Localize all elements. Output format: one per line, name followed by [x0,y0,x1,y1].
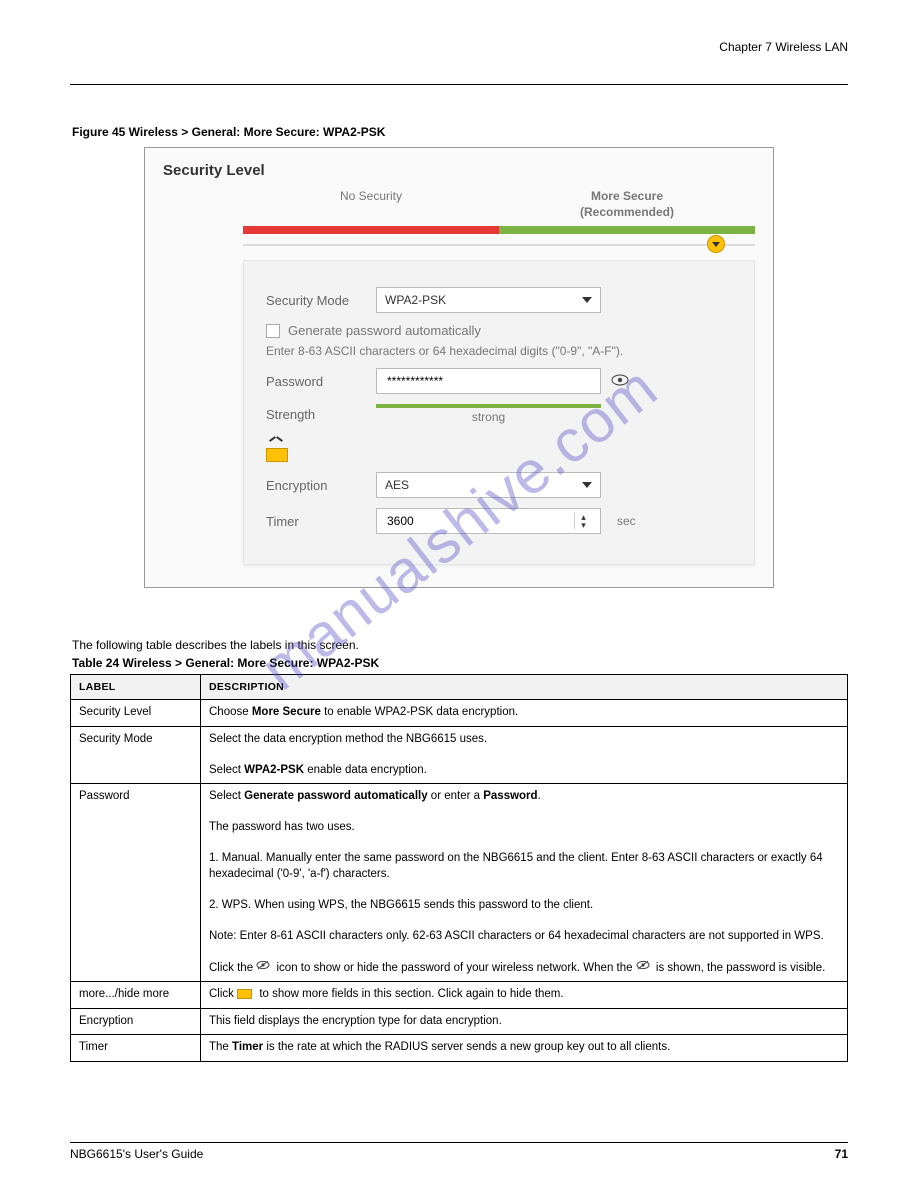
eye-icon[interactable] [611,374,629,389]
folder-icon [266,448,288,462]
table-intro: The following table describes the labels… [72,638,848,652]
security-mode-label: Security Mode [266,293,376,308]
strength-bar [376,404,601,408]
timer-input[interactable]: ▴▾ [376,508,601,534]
security-level-bar [243,226,755,234]
eye-slash-icon [636,960,650,976]
more-secure-label: More Secure (Recommended) [499,189,755,220]
footer-left: NBG6615's User's Guide [70,1147,203,1161]
eye-slash-icon [256,960,270,976]
table-row: Security Mode Select the data encryption… [71,726,848,784]
table-row: Encryption This field displays the encry… [71,1008,848,1035]
timer-unit: sec [617,514,636,528]
password-label: Password [266,374,376,389]
security-level-slider[interactable] [243,244,755,246]
password-hint: Enter 8-63 ASCII characters or 64 hexade… [266,344,732,358]
table-row: Timer The Timer is the rate at which the… [71,1035,848,1062]
timer-label: Timer [266,514,376,529]
page-number: 71 [835,1147,848,1161]
strength-value: strong [376,410,601,424]
strength-label: Strength [266,407,376,422]
generate-password-checkbox[interactable] [266,324,280,338]
top-rule [70,84,848,85]
chevron-up-icon [269,434,283,442]
no-security-label: No Security [243,189,499,220]
table-row: more.../hide more Click to show more fie… [71,982,848,1009]
table-row: Security Level Choose More Secure to ena… [71,700,848,727]
th-desc: DESCRIPTION [201,675,848,700]
security-mode-select[interactable]: WPA2-PSK [376,287,601,313]
figure-caption: Figure 45 Wireless > General: More Secur… [72,125,848,139]
slider-thumb[interactable] [707,235,725,253]
description-table: LABEL DESCRIPTION Security Level Choose … [70,674,848,1062]
generate-password-label: Generate password automatically [288,323,481,338]
security-panel: Security Level No Security More Secure (… [144,147,774,588]
more-toggle[interactable] [266,434,732,462]
table-caption: Table 24 Wireless > General: More Secure… [72,656,848,670]
security-card: Security Mode WPA2-PSK Generate password… [243,260,755,565]
bottom-rule [70,1142,848,1143]
th-label: LABEL [71,675,201,700]
stepper-icon[interactable]: ▴▾ [574,513,592,529]
chevron-down-icon [582,297,592,303]
table-row: Password Select Generate password automa… [71,784,848,982]
password-input[interactable] [376,368,601,394]
chevron-down-icon [582,482,592,488]
chapter-header: Chapter 7 Wireless LAN [70,40,848,54]
security-level-labels: No Security More Secure (Recommended) [243,189,755,220]
encryption-select[interactable]: AES [376,472,601,498]
encryption-label: Encryption [266,478,376,493]
folder-icon [237,989,252,999]
panel-title: Security Level [163,162,755,179]
